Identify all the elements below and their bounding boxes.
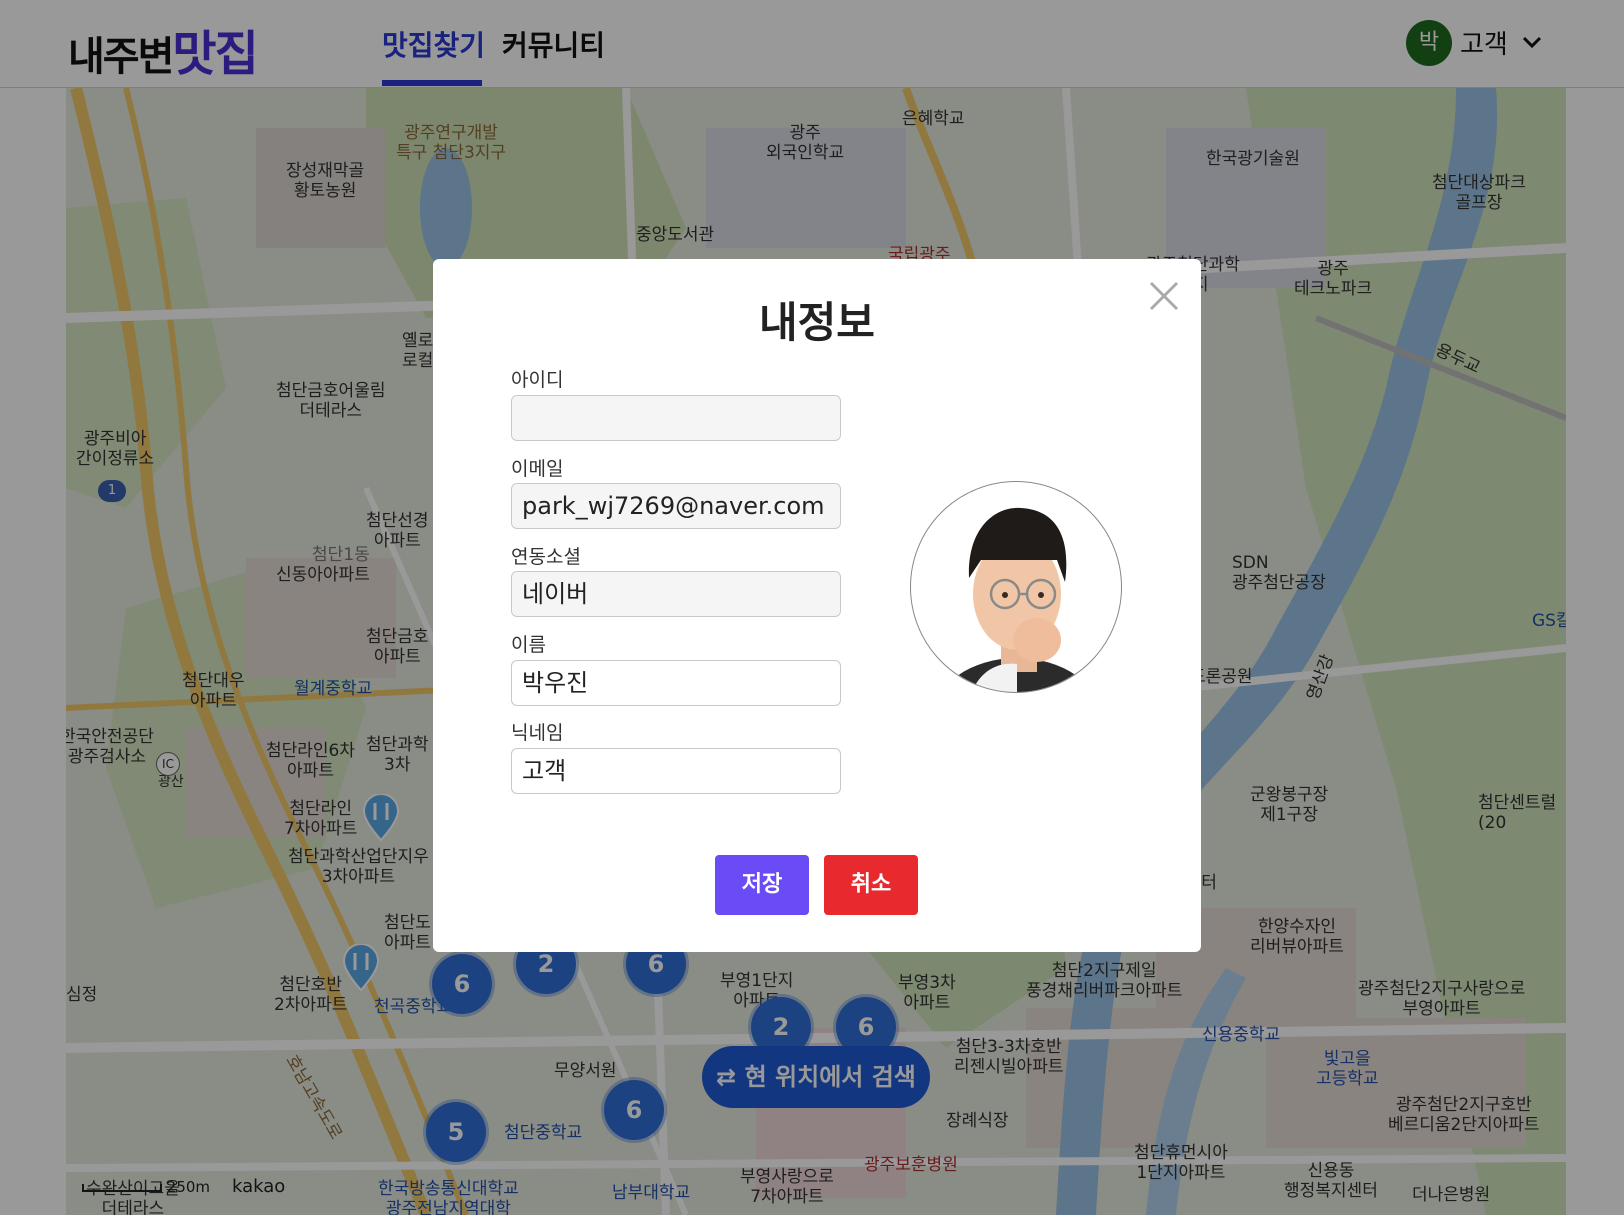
name-label: 이름	[511, 634, 546, 656]
name-field[interactable]: 박우진	[511, 660, 841, 706]
nickname-field[interactable]: 고객	[511, 748, 841, 794]
save-button[interactable]: 저장	[715, 855, 809, 915]
profile-modal: 내정보 아이디 이메일 park_wj7269@naver.com 연동소셜 네…	[433, 259, 1201, 952]
email-label: 이메일	[511, 458, 564, 480]
modal-title: 내정보	[759, 298, 875, 347]
profile-avatar-icon	[941, 507, 1093, 692]
social-label: 연동소셜	[511, 546, 581, 568]
cancel-button[interactable]: 취소	[824, 855, 918, 915]
close-icon[interactable]	[1147, 279, 1181, 313]
nickname-label: 닉네임	[511, 722, 564, 744]
email-field: park_wj7269@naver.com	[511, 483, 841, 529]
id-field	[511, 395, 841, 441]
id-label: 아이디	[511, 369, 564, 391]
social-field: 네이버	[511, 571, 841, 617]
profile-image[interactable]	[910, 481, 1122, 693]
